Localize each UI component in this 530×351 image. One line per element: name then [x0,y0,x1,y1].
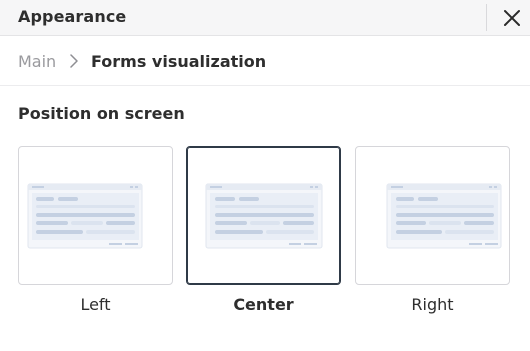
panel-title: Appearance [18,7,127,26]
close-icon [504,10,520,26]
breadcrumb-current: Forms visualization [91,52,267,71]
breadcrumb: Main Forms visualization [0,36,530,86]
position-option-center[interactable] [186,146,341,285]
option-label-center[interactable]: Center [186,295,341,314]
header-divider [486,4,487,31]
option-label-left[interactable]: Left [18,295,173,314]
position-option-left[interactable] [18,146,173,285]
appearance-panel: Appearance Main Forms visualization Posi… [0,0,530,351]
close-button[interactable] [496,3,528,33]
right-layout-preview-icon [386,183,502,249]
position-option-right[interactable] [355,146,510,285]
section-title: Position on screen [18,104,185,123]
panel-header: Appearance [0,0,530,36]
option-label-right[interactable]: Right [355,295,510,314]
left-layout-preview-icon [27,183,143,249]
center-layout-preview-icon [205,183,323,249]
chevron-right-icon [70,54,78,68]
breadcrumb-main-link[interactable]: Main [18,52,56,71]
